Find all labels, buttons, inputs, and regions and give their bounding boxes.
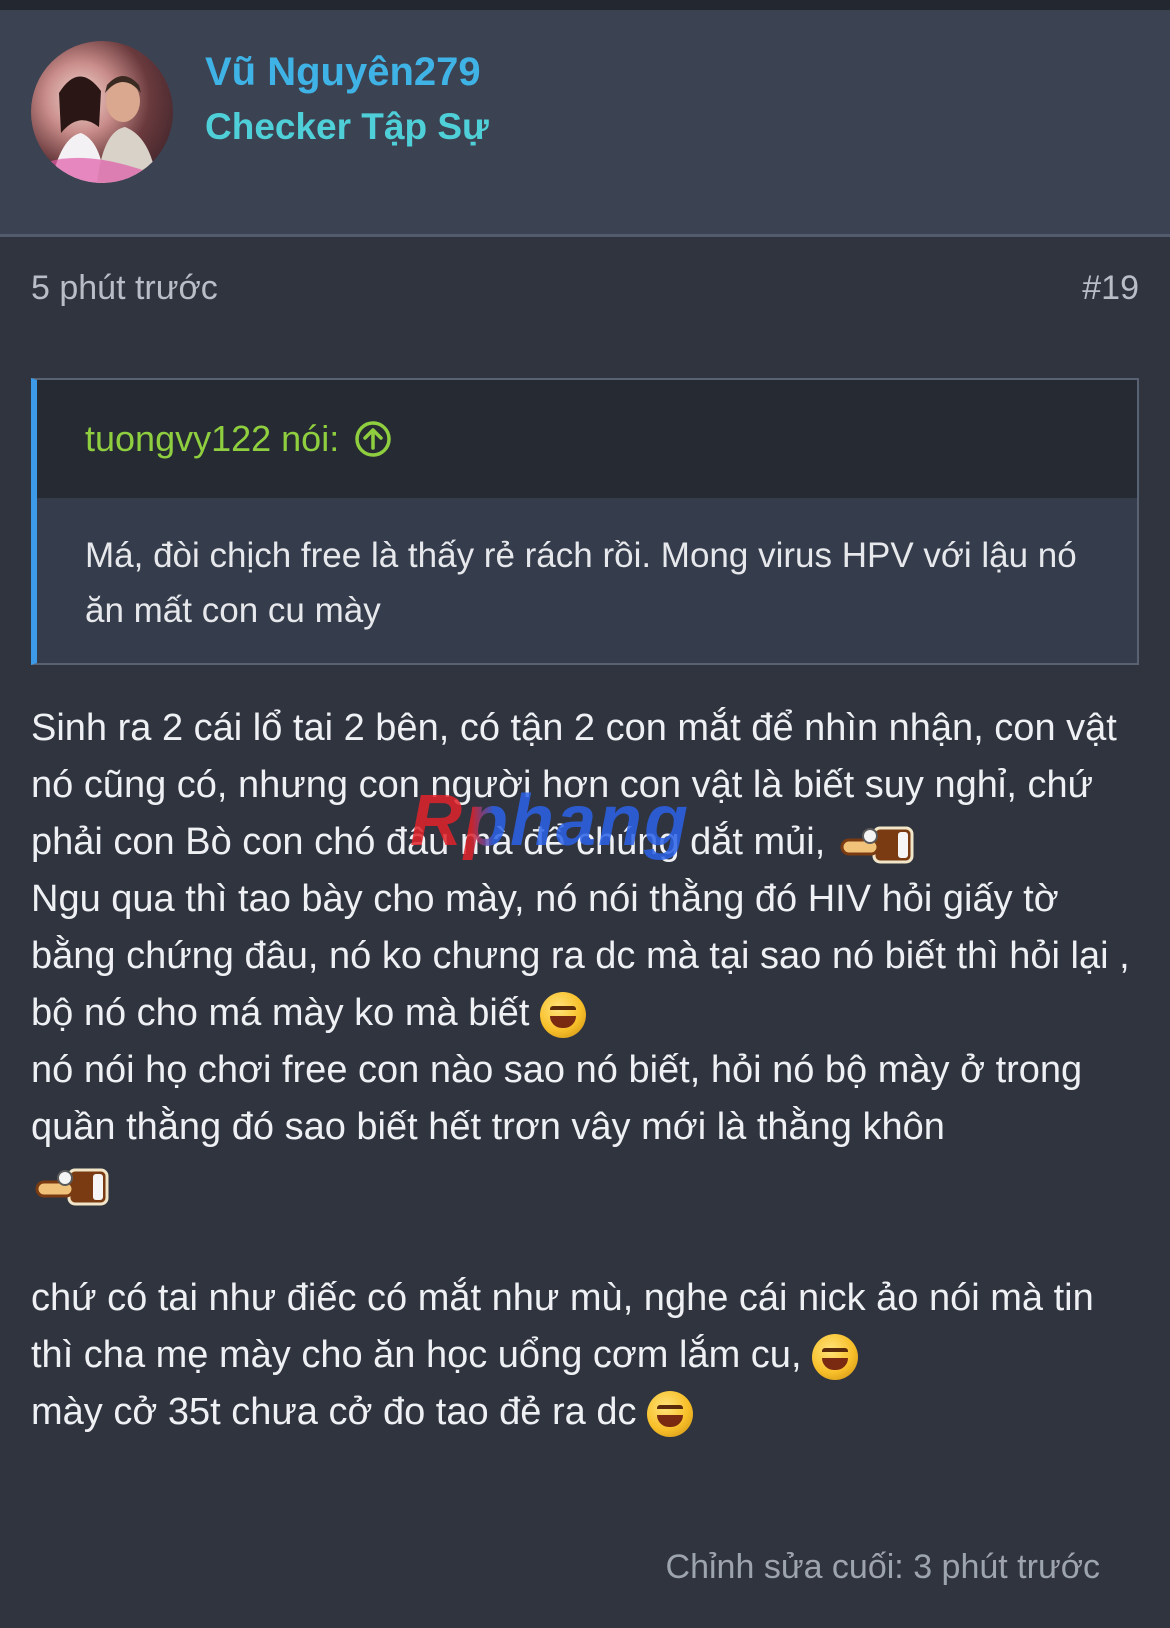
quote-author-link[interactable]: tuongvy122 nói: bbox=[85, 418, 393, 460]
post-content: Sinh ra 2 cái lổ tai 2 bên, có tận 2 con… bbox=[31, 700, 1146, 1441]
post-paragraph: Sinh ra 2 cái lổ tai 2 bên, có tận 2 con… bbox=[31, 700, 1146, 871]
user-rank-title: Checker Tập Sự bbox=[205, 106, 489, 147]
avatar-photo-icon bbox=[51, 76, 157, 183]
post-text: Sinh ra 2 cái lổ tai 2 bên, có tận 2 con… bbox=[31, 707, 1117, 863]
laughing-emoji-icon bbox=[540, 991, 587, 1038]
pointing-sticker-icon bbox=[31, 1162, 117, 1210]
top-bar bbox=[0, 0, 1170, 10]
post-text: mày cở 35t chưa cở đo tao đẻ ra dc bbox=[31, 1391, 637, 1433]
post-number-link[interactable]: #19 bbox=[1082, 269, 1139, 308]
post-paragraph: chứ có tai như điếc có mắt như mù, nghe … bbox=[31, 1270, 1146, 1384]
laughing-emoji-icon bbox=[812, 1333, 859, 1380]
pointing-sticker-icon bbox=[836, 820, 922, 868]
post-text: nó nói họ chơi free con nào sao nó biết,… bbox=[31, 1049, 1083, 1148]
quote-block: tuongvy122 nói: Má, đòi chịch free là th… bbox=[31, 378, 1139, 665]
laughing-emoji-icon bbox=[647, 1390, 694, 1437]
post-timestamp[interactable]: 5 phút trước bbox=[31, 269, 218, 308]
user-header: Vũ Nguyên279 Checker Tập Sự bbox=[0, 10, 1170, 237]
post-text: chứ có tai như điếc có mắt như mù, nghe … bbox=[31, 1277, 1094, 1376]
post-paragraph: nó nói họ chơi free con nào sao nó biết,… bbox=[31, 1042, 1146, 1213]
username-link[interactable]: Vũ Nguyên279 bbox=[205, 50, 481, 95]
user-avatar[interactable] bbox=[31, 41, 173, 183]
arrow-up-circle-icon[interactable] bbox=[353, 419, 393, 459]
quote-text: Má, đòi chịch free là thấy rẻ rách rồi. … bbox=[85, 536, 1077, 630]
quote-header: tuongvy122 nói: bbox=[37, 380, 1137, 498]
post-paragraph: mày cở 35t chưa cở đo tao đẻ ra dc bbox=[31, 1384, 1146, 1441]
last-edited-label: Chỉnh sửa cuối: 3 phút trước bbox=[665, 1548, 1100, 1586]
post-paragraph: Ngu qua thì tao bày cho mày, nó nói thằn… bbox=[31, 871, 1146, 1042]
quote-author-name: tuongvy122 nói: bbox=[85, 418, 340, 459]
